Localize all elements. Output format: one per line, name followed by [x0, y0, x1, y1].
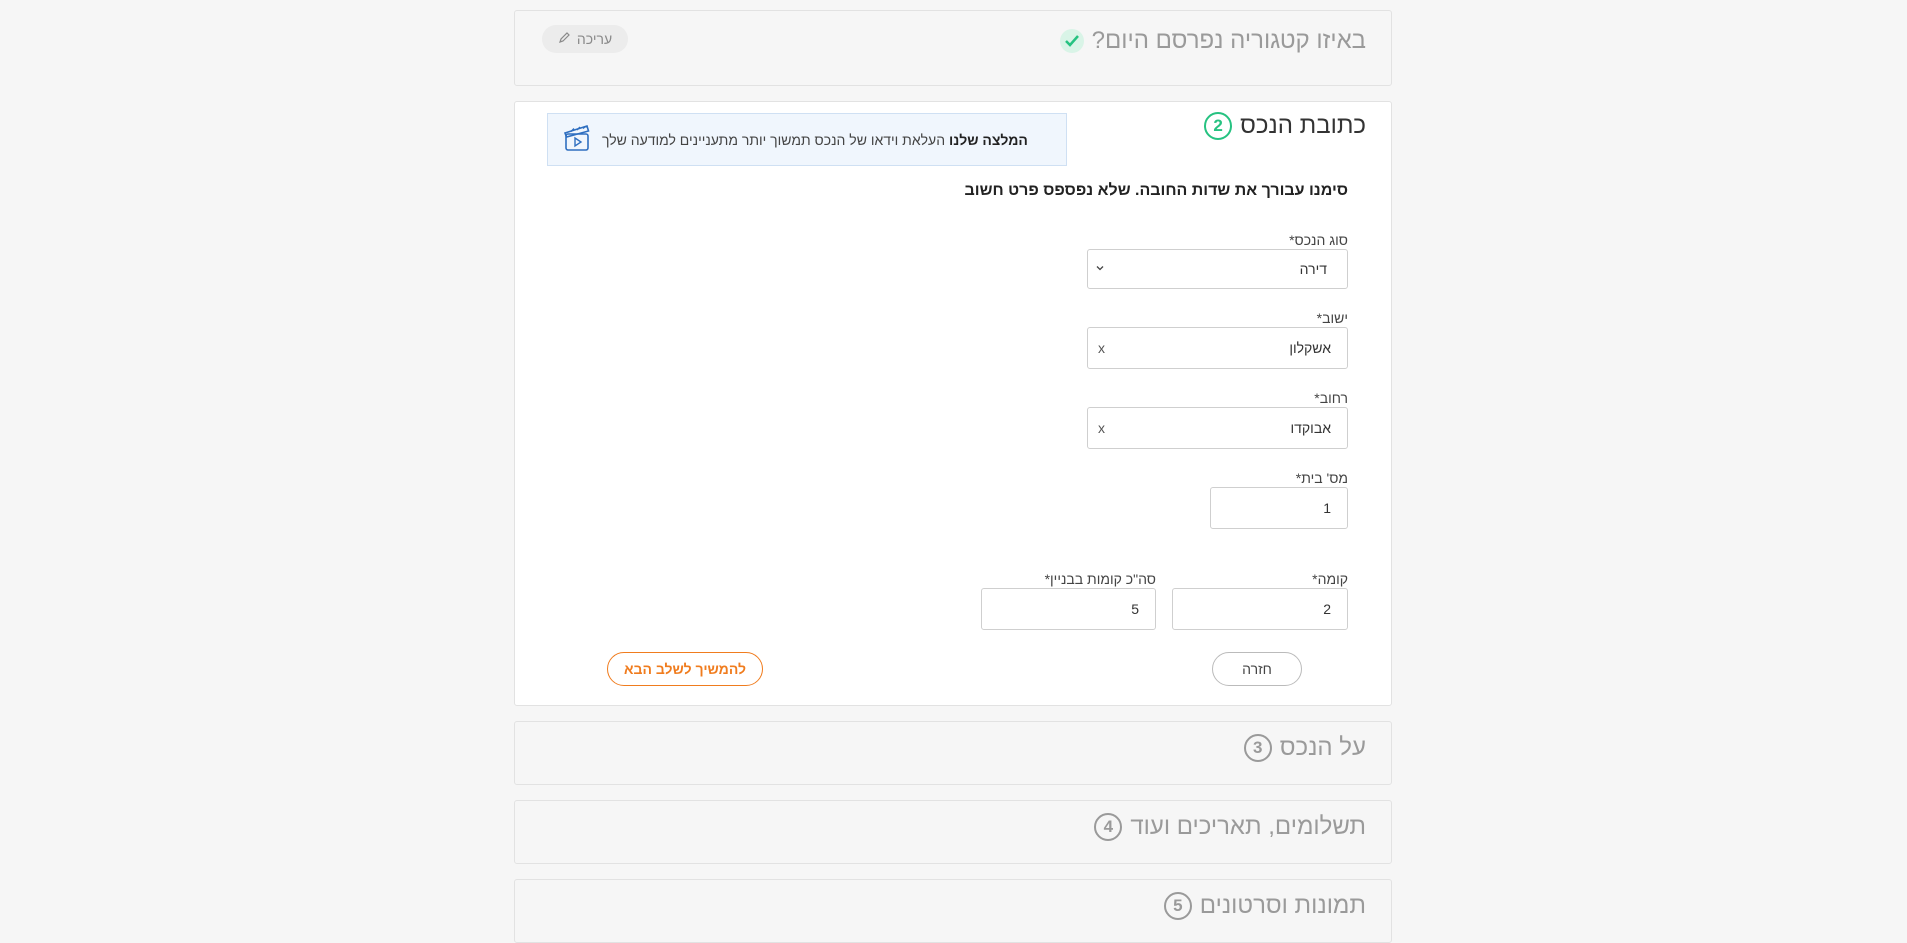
floor-value: 2: [1323, 601, 1331, 617]
city-input[interactable]: אשקלון x: [1087, 327, 1348, 369]
step-3-number: 3: [1243, 734, 1272, 762]
street-input[interactable]: אבוקדו x: [1087, 407, 1348, 449]
step-1-header[interactable]: באיזו קטגוריה נפרסם היום?: [1059, 27, 1366, 55]
step-4-panel[interactable]: 4 תשלומים, תאריכים ועוד: [514, 800, 1392, 864]
video-tip-banner: המלצה שלנו העלאת וידאו של הנכס תמשוך יות…: [547, 113, 1067, 166]
pencil-icon: [558, 31, 571, 47]
city-value: אשקלון: [1289, 340, 1331, 356]
edit-label: עריכה: [576, 31, 613, 47]
city-clear-button[interactable]: x: [1098, 340, 1105, 356]
house-number-input[interactable]: 1: [1210, 487, 1348, 529]
step-2-header: 2 כתובת הנכס: [1204, 112, 1366, 140]
step-2-panel: 2 כתובת הנכס המלצה שלנו העלאת וידאו של ה…: [514, 101, 1392, 706]
property-type-label: סוג הנכס*: [1289, 232, 1348, 248]
step-5-number: 5: [1163, 892, 1192, 920]
step-2-number: 2: [1204, 112, 1233, 140]
chevron-down-icon: [1094, 261, 1106, 277]
tip-text: המלצה שלנו העלאת וידאו של הנכס תמשוך יות…: [602, 132, 1028, 148]
floor-label: קומה*: [1312, 571, 1348, 587]
edit-button[interactable]: עריכה: [542, 25, 628, 53]
tip-body: העלאת וידאו של הנכס תמשוך יותר מתעניינים…: [602, 131, 946, 148]
city-label: ישוב*: [1316, 310, 1348, 326]
total-floors-input[interactable]: 5: [981, 588, 1156, 630]
house-number-label: מס' בית*: [1295, 470, 1348, 486]
step-4-title: תשלומים, תאריכים ועוד: [1130, 813, 1366, 840]
step-4-header[interactable]: 4 תשלומים, תאריכים ועוד: [1094, 813, 1366, 841]
step-3-title: על הנכס: [1279, 734, 1366, 761]
tip-bold: המלצה שלנו: [948, 131, 1028, 148]
step-3-panel[interactable]: 3 על הנכס: [514, 721, 1392, 785]
next-step-button[interactable]: להמשיך לשלב הבא: [607, 652, 763, 686]
clapperboard-icon: [562, 123, 592, 156]
required-note: סימנו עבורך את שדות החובה. שלא נפספס פרט…: [964, 182, 1348, 199]
street-label: רחוב*: [1314, 390, 1348, 406]
step-5-header[interactable]: 5 תמונות וסרטונים: [1163, 892, 1366, 920]
step-5-title: תמונות וסרטונים: [1199, 892, 1366, 919]
property-type-value: דירה: [1299, 261, 1327, 277]
step-2-title: כתובת הנכס: [1240, 112, 1366, 139]
step-4-number: 4: [1094, 813, 1123, 841]
total-floors-label: סה"כ קומות בבניין*: [1044, 571, 1156, 587]
back-button[interactable]: חזרה: [1212, 652, 1302, 686]
property-type-select[interactable]: דירה: [1087, 249, 1348, 289]
step-3-header[interactable]: 3 על הנכס: [1243, 734, 1366, 762]
floor-input[interactable]: 2: [1172, 588, 1348, 630]
step-5-panel[interactable]: 5 תמונות וסרטונים: [514, 879, 1392, 943]
street-value: אבוקדו: [1290, 420, 1331, 436]
check-icon: [1059, 29, 1084, 53]
step-1-panel: באיזו קטגוריה נפרסם היום? עריכה: [514, 10, 1392, 86]
house-number-value: 1: [1323, 500, 1331, 516]
total-floors-value: 5: [1131, 601, 1139, 617]
street-clear-button[interactable]: x: [1098, 420, 1105, 436]
step-1-title: באיזו קטגוריה נפרסם היום?: [1091, 27, 1366, 54]
